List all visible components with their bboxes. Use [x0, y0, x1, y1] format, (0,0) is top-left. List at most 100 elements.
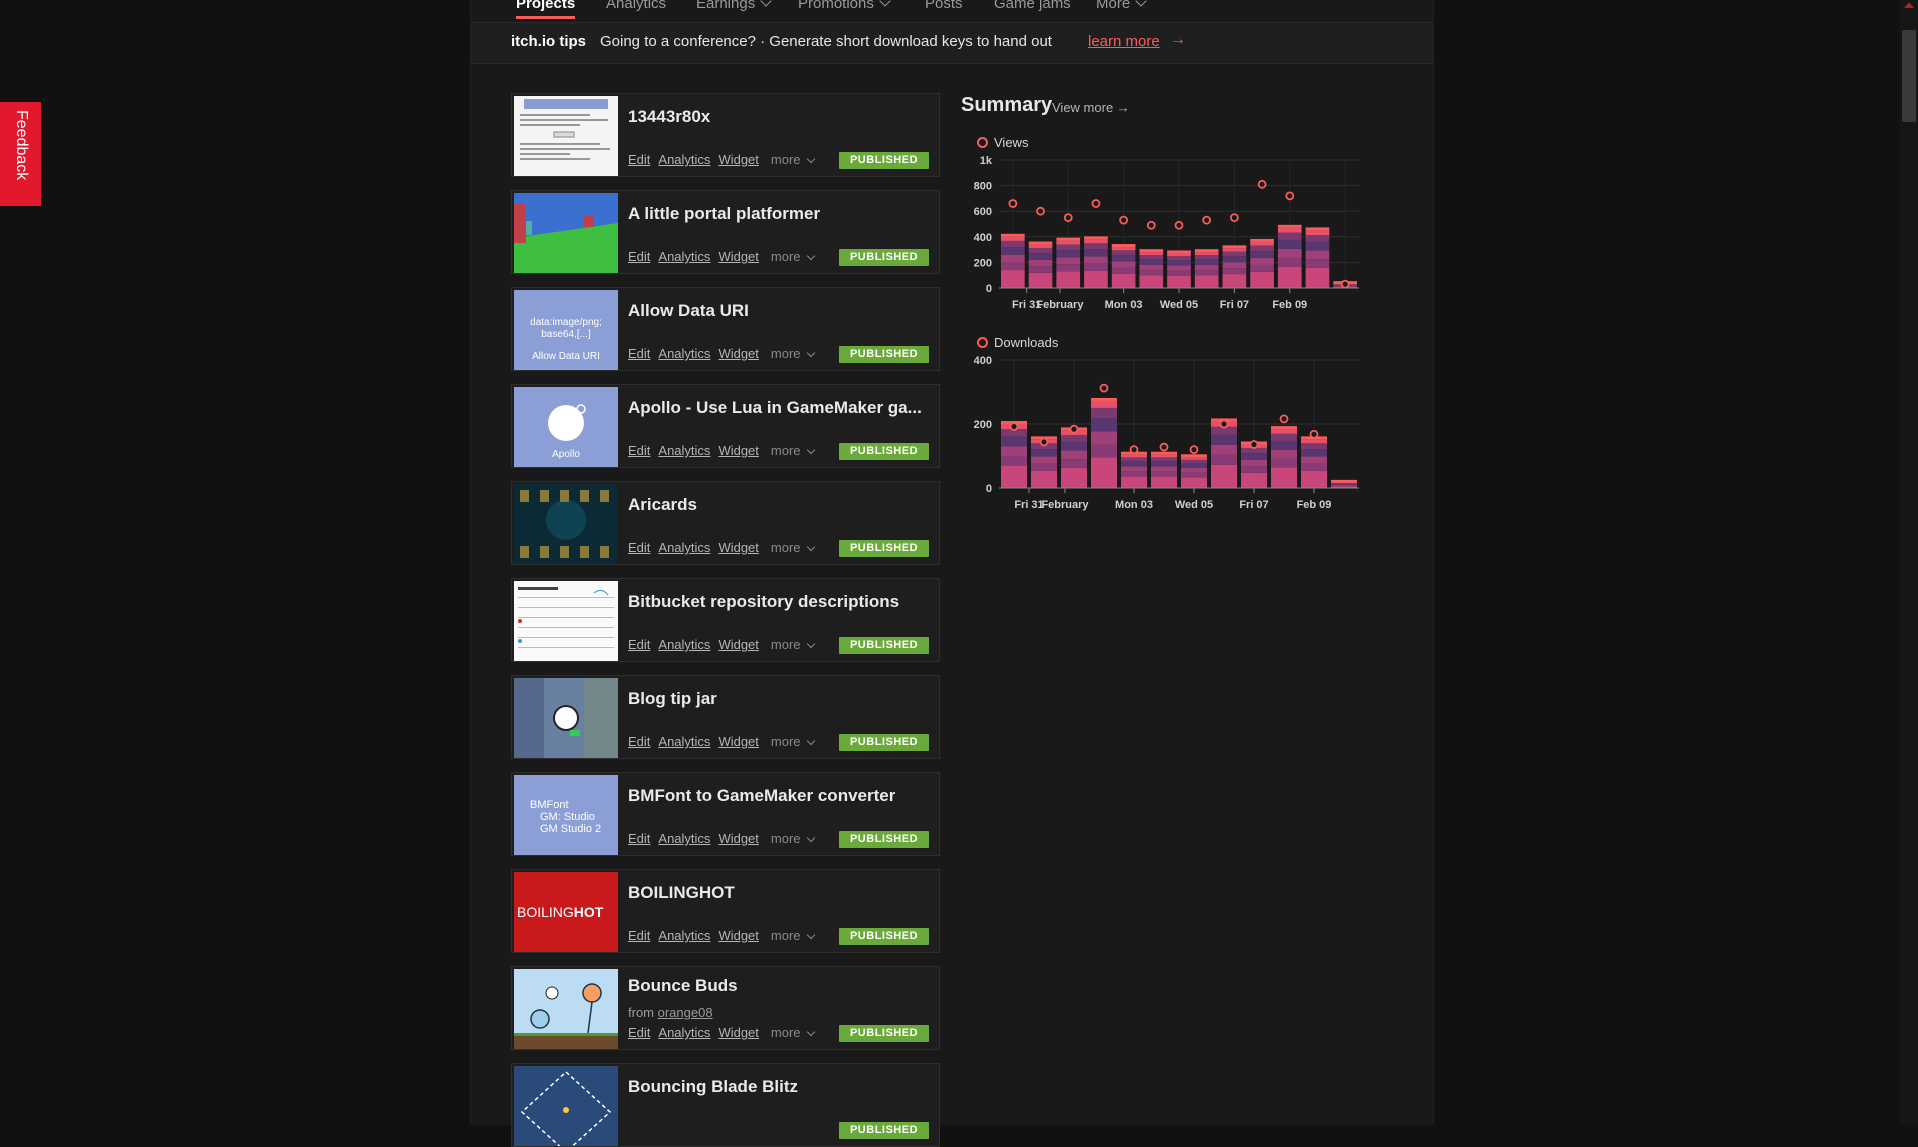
analytics-link[interactable]: Analytics: [658, 928, 710, 943]
project-thumbnail[interactable]: [514, 96, 618, 176]
edit-link[interactable]: Edit: [628, 152, 650, 167]
project-title[interactable]: Bouncing Blade Blitz: [628, 1077, 798, 1097]
more-label: more: [771, 249, 801, 264]
project-title[interactable]: Bitbucket repository descriptions: [628, 592, 899, 612]
feedback-tab[interactable]: Feedback: [0, 102, 41, 206]
project-thumbnail[interactable]: Apollo: [514, 387, 618, 467]
project-title[interactable]: Blog tip jar: [628, 689, 717, 709]
project-thumbnail[interactable]: BMFont GM: Studio GM Studio 2: [514, 775, 618, 855]
more-dropdown[interactable]: more: [771, 831, 814, 846]
widget-link[interactable]: Widget: [718, 152, 758, 167]
edit-link[interactable]: Edit: [628, 346, 650, 361]
project-title[interactable]: BMFont to GameMaker converter: [628, 786, 895, 806]
bar-segment: [1084, 239, 1108, 243]
summary-view-more-link[interactable]: View more →: [1052, 100, 1130, 115]
nav-tab-game-jams[interactable]: Game jams: [994, 0, 1071, 12]
scrollbar[interactable]: [1900, 0, 1918, 1125]
more-dropdown[interactable]: more: [771, 928, 814, 943]
widget-link[interactable]: Widget: [718, 831, 758, 846]
bar-segment: [1029, 248, 1053, 253]
edit-link[interactable]: Edit: [628, 443, 650, 458]
x-tick-label: Fri 07: [1220, 299, 1249, 311]
analytics-link[interactable]: Analytics: [658, 637, 710, 652]
status-badge: PUBLISHED: [839, 152, 929, 169]
nav-tab-posts[interactable]: Posts: [925, 0, 963, 12]
widget-link[interactable]: Widget: [718, 346, 758, 361]
edit-link[interactable]: Edit: [628, 249, 650, 264]
project-title[interactable]: Aricards: [628, 495, 697, 515]
downloads-legend: Downloads: [977, 335, 1058, 350]
more-dropdown[interactable]: more: [771, 734, 814, 749]
analytics-link[interactable]: Analytics: [658, 346, 710, 361]
project-thumbnail[interactable]: data:image/png; base64,[...] Allow Data …: [514, 290, 618, 370]
project-author-link[interactable]: orange08: [658, 1005, 713, 1020]
analytics-link[interactable]: Analytics: [658, 152, 710, 167]
tips-learn-more-link[interactable]: learn more: [1088, 33, 1160, 50]
project-thumbnail[interactable]: [514, 969, 618, 1049]
project-thumbnail[interactable]: [514, 193, 618, 273]
widget-link[interactable]: Widget: [718, 1025, 758, 1040]
analytics-link[interactable]: Analytics: [658, 540, 710, 555]
thumbnail-caption: Allow Data URI: [514, 351, 618, 362]
edit-link[interactable]: Edit: [628, 637, 650, 652]
thumbnail-caption: BOILINGHOT: [517, 904, 603, 920]
bar-segment: [1271, 441, 1297, 450]
edit-link[interactable]: Edit: [628, 1025, 650, 1040]
project-title[interactable]: BOILINGHOT: [628, 883, 735, 903]
bar: [1084, 236, 1108, 288]
data-point: [1148, 222, 1155, 229]
analytics-link[interactable]: Analytics: [658, 734, 710, 749]
widget-link[interactable]: Widget: [718, 734, 758, 749]
nav-tab-projects[interactable]: Projects: [516, 0, 575, 19]
nav-tab-earnings[interactable]: Earnings: [696, 0, 770, 12]
project-thumbnail[interactable]: [514, 581, 618, 661]
bar-segment: [1091, 408, 1117, 418]
bar: [1167, 250, 1191, 288]
widget-link[interactable]: Widget: [718, 637, 758, 652]
edit-link[interactable]: Edit: [628, 831, 650, 846]
more-dropdown[interactable]: more: [771, 346, 814, 361]
more-dropdown[interactable]: more: [771, 249, 814, 264]
project-title[interactable]: Bounce Buds: [628, 976, 738, 996]
project-title[interactable]: Allow Data URI: [628, 301, 749, 321]
dashboard-page: Projects Analytics Earnings Promotions P…: [470, 0, 1434, 1125]
nav-tab-more[interactable]: More: [1096, 0, 1145, 12]
more-dropdown[interactable]: more: [771, 1025, 814, 1040]
bar: [1001, 234, 1025, 288]
more-dropdown[interactable]: more: [771, 540, 814, 555]
bar-segment: [1271, 450, 1297, 459]
more-dropdown[interactable]: more: [771, 152, 814, 167]
widget-link[interactable]: Widget: [718, 443, 758, 458]
bar: [1139, 249, 1163, 288]
project-thumbnail[interactable]: [514, 678, 618, 758]
widget-link[interactable]: Widget: [718, 249, 758, 264]
edit-link[interactable]: Edit: [628, 928, 650, 943]
bar-segment: [1223, 256, 1247, 262]
thumbnail-caption: base64,[...]: [514, 329, 618, 340]
edit-link[interactable]: Edit: [628, 540, 650, 555]
scrollbar-thumb[interactable]: [1902, 30, 1916, 122]
analytics-link[interactable]: Analytics: [658, 249, 710, 264]
thumbnail-caption: BMFont: [530, 799, 569, 811]
widget-link[interactable]: Widget: [718, 540, 758, 555]
data-point: [1203, 217, 1210, 224]
project-title[interactable]: 13443r80x: [628, 107, 710, 127]
analytics-link[interactable]: Analytics: [658, 1025, 710, 1040]
project-title[interactable]: Apollo - Use Lua in GameMaker ga...: [628, 398, 922, 418]
status-badge: PUBLISHED: [839, 831, 929, 848]
nav-tab-promotions[interactable]: Promotions: [798, 0, 889, 12]
more-dropdown[interactable]: more: [771, 443, 814, 458]
widget-link[interactable]: Widget: [718, 928, 758, 943]
project-title[interactable]: A little portal platformer: [628, 204, 820, 224]
bar-segment: [1112, 261, 1136, 267]
project-thumbnail[interactable]: [514, 484, 618, 564]
more-dropdown[interactable]: more: [771, 637, 814, 652]
edit-link[interactable]: Edit: [628, 734, 650, 749]
scroll-up-arrow-icon[interactable]: [1904, 2, 1914, 8]
project-thumbnail[interactable]: BOILINGHOT: [514, 872, 618, 952]
analytics-link[interactable]: Analytics: [658, 831, 710, 846]
nav-tab-analytics[interactable]: Analytics: [606, 0, 666, 12]
analytics-link[interactable]: Analytics: [658, 443, 710, 458]
bar: [1271, 426, 1297, 488]
project-thumbnail[interactable]: [514, 1066, 618, 1146]
